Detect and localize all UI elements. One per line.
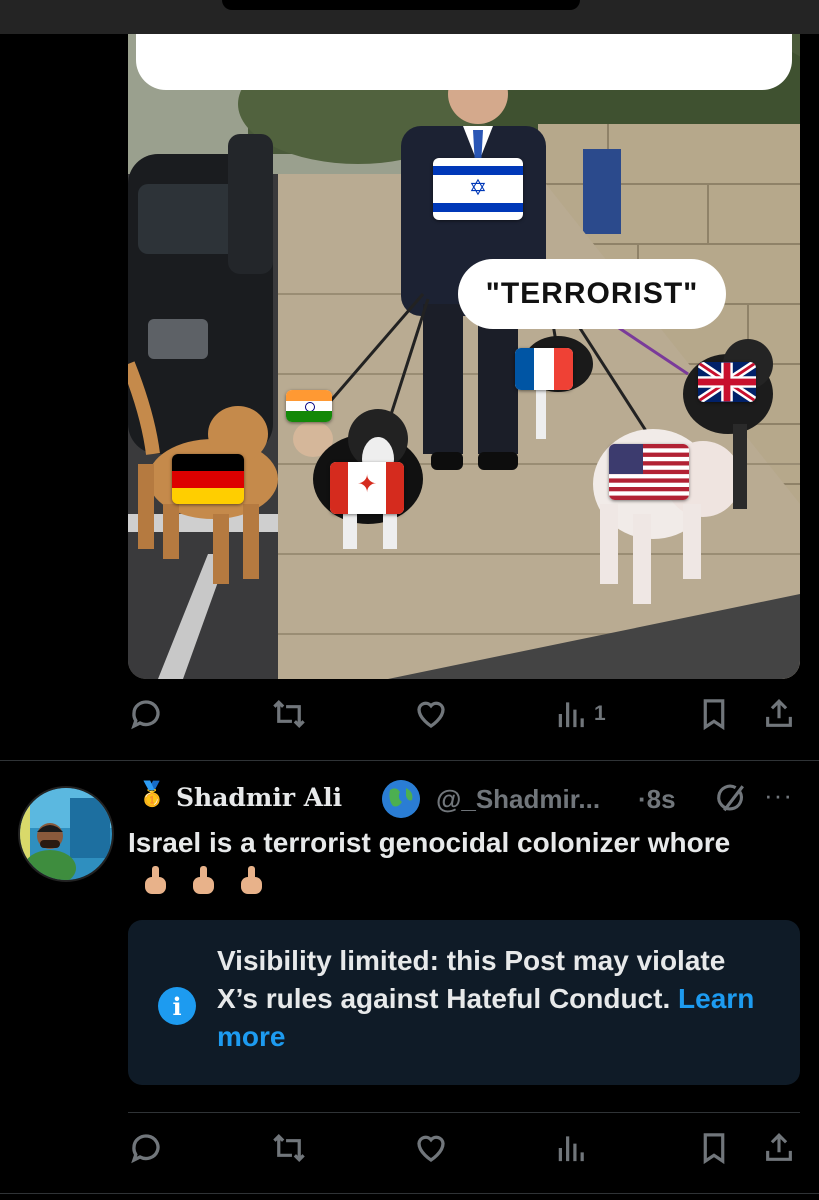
reply-icon [131,700,160,730]
share-button[interactable] [762,694,796,734]
reply-icon [131,1134,160,1164]
globe-icon [382,780,420,818]
reply-text-body: Israel is a terrorist genocidal colonize… [128,827,731,858]
meme-photo [128,34,800,679]
middle-finger-icon [240,866,262,894]
post-timestamp[interactable]: ·8s [638,784,676,815]
avatar[interactable] [18,786,114,882]
bookmark-button[interactable] [698,1128,730,1168]
india-flag [286,390,332,422]
israel-flag: ✡ [433,158,523,220]
reply-divider [128,1112,800,1113]
medal-badge: 🥇 [137,781,167,808]
repost-button[interactable] [270,1128,308,1168]
bottom-divider [0,1193,819,1194]
middle-finger-icon [145,866,166,894]
visibility-message-text: Visibility limited: this Post may violat… [217,945,726,1014]
reply-action-bar [128,1128,800,1168]
views-button[interactable] [556,1128,588,1168]
germany-flag [172,454,244,504]
repost-icon [273,1134,305,1162]
repost-button[interactable] [270,694,308,734]
like-icon [417,1135,445,1162]
bookmark-button[interactable] [698,694,730,734]
views-icon [558,702,584,728]
uk-flag [698,362,756,402]
like-button[interactable] [413,1128,449,1168]
display-name[interactable]: Shadmir Ali [176,783,342,812]
top-caption-pill [136,34,792,90]
share-icon [766,1133,792,1161]
reply-text: Israel is a terrorist genocidal colonize… [128,823,768,903]
france-flag [515,348,573,390]
usa-flag [609,444,689,500]
canada-flag: ✦ [330,462,404,514]
top-notch [222,0,580,10]
grok-icon[interactable] [713,782,747,821]
reply-button[interactable] [128,694,164,734]
like-button[interactable] [413,694,449,734]
visibility-notice: i Visibility limited: this Post may viol… [128,920,800,1085]
terrorist-label: "TERRORIST" [458,259,726,329]
bookmark-icon [703,699,725,731]
share-button[interactable] [762,1128,796,1168]
share-icon [766,699,792,727]
like-icon [417,701,445,728]
post-action-bar: 1 [128,694,800,734]
middle-finger-icon [192,866,214,894]
post-divider [0,760,819,761]
repost-icon [273,700,305,728]
views-count: 1 [594,702,606,725]
views-icon [558,1136,584,1162]
top-bar [0,0,819,34]
user-handle[interactable]: @_Shadmir... [436,784,600,815]
visibility-message: Visibility limited: this Post may violat… [217,942,757,1056]
bookmark-icon [703,1133,725,1165]
reply-button[interactable] [128,1128,164,1168]
post-media-image[interactable]: ✡ ✦ "TERRORIST" [128,34,800,679]
views-button[interactable]: 1 [556,694,606,734]
avatar-photo [20,788,112,880]
more-options-button[interactable]: ··· [764,780,793,811]
info-icon: i [158,987,196,1025]
